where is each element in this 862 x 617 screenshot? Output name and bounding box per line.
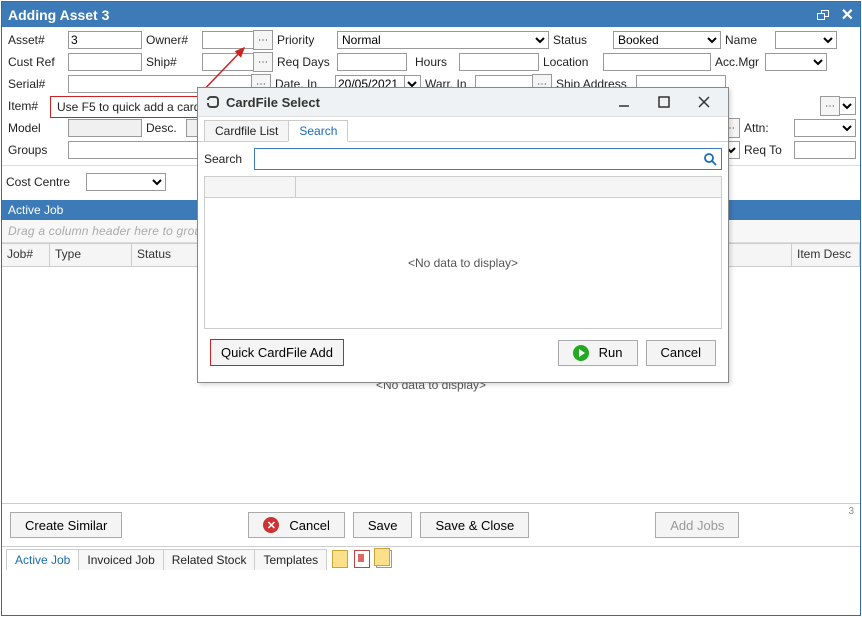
tab-invoiced-job[interactable]: Invoiced Job [78,549,163,570]
dialog-minimize-icon[interactable] [604,90,644,114]
run-button[interactable]: Run [558,340,638,366]
custref-input[interactable] [68,53,142,71]
close-icon[interactable]: ✕ [841,5,854,25]
accmgr-label: Acc.Mgr [711,55,765,69]
dialog-tab-search[interactable]: Search [288,120,348,142]
model-input [68,119,142,137]
tab-active-job[interactable]: Active Job [6,549,79,570]
ship-label: Ship# [142,55,202,69]
dialog-tab-cardfile-list[interactable]: Cardfile List [204,120,289,141]
custref-label: Cust Ref [6,55,68,69]
dialog-cancel-button[interactable]: Cancel [646,340,716,366]
search-input[interactable] [255,149,699,169]
dialog-close-icon[interactable] [684,90,724,114]
count-badge: 3 [848,506,854,517]
copy-icon[interactable] [376,550,392,568]
groups-label: Groups [6,143,68,157]
accmgr-select[interactable] [765,53,827,71]
app-icon [206,95,220,109]
serial-label: Serial# [6,77,68,91]
col-type[interactable]: Type [50,244,132,266]
restore-icon[interactable] [817,7,829,23]
create-similar-button[interactable]: Create Similar [10,512,122,538]
col-jobno[interactable]: Job# [2,244,50,266]
dialog-grid-empty: <No data to display> [204,198,722,329]
name-select[interactable] [775,31,837,49]
save-button[interactable]: Save [353,512,413,538]
reqdays-input[interactable] [337,53,407,71]
asset-no-input[interactable] [68,31,142,49]
reqto-label: Req To [740,143,794,157]
dialog-grid-header [204,176,722,198]
location-label: Location [539,55,603,69]
book-icon[interactable] [354,550,370,568]
groups-input[interactable] [68,141,198,159]
priority-select[interactable]: Normal [337,31,549,49]
search-label: Search [204,152,248,166]
reqto-input[interactable] [794,141,856,159]
desc-label: Desc. [142,121,186,135]
costcentre-label: Cost Centre [6,175,86,189]
cancel-icon: ✕ [263,517,279,533]
col-itemdesc[interactable]: Item Desc [792,244,860,266]
dialog-maximize-icon[interactable] [644,90,684,114]
main-titlebar: Adding Asset 3 ✕ [2,2,860,27]
status-label: Status [549,33,613,47]
hours-label: Hours [415,55,459,69]
attn-label: Attn: [740,121,794,135]
status-select[interactable]: Booked [613,31,721,49]
hours-input[interactable] [459,53,539,71]
owner-label: Owner# [142,33,202,47]
owner-lookup-button[interactable]: ⋯ [253,30,273,50]
add-jobs-button: Add Jobs [655,512,739,538]
search-icon[interactable] [699,149,721,169]
note-icon[interactable] [332,550,348,568]
model-label: Model [6,121,68,135]
attn-select[interactable] [794,119,856,137]
row4-lookup-button[interactable]: ⋯ [820,96,840,116]
name-label: Name [721,33,775,47]
tab-templates[interactable]: Templates [254,549,327,570]
window-title: Adding Asset 3 [8,7,109,23]
location-input[interactable] [603,53,711,71]
quick-cardfile-add-button[interactable]: Quick CardFile Add [210,339,344,366]
cancel-button[interactable]: ✕Cancel [248,512,344,538]
cardfile-select-dialog: CardFile Select Cardfile List Search Sea… [197,87,729,383]
ship-lookup-button[interactable]: ⋯ [253,52,273,72]
row4-dropdown[interactable] [840,97,856,115]
dialog-title: CardFile Select [226,95,320,110]
asset-no-label: Asset# [6,33,68,47]
save-close-button[interactable]: Save & Close [420,512,529,538]
reqdays-label: Req Days [273,55,337,69]
play-icon [573,345,589,361]
priority-label: Priority [273,33,337,47]
tab-related-stock[interactable]: Related Stock [163,549,256,570]
costcentre-select[interactable] [86,173,166,191]
